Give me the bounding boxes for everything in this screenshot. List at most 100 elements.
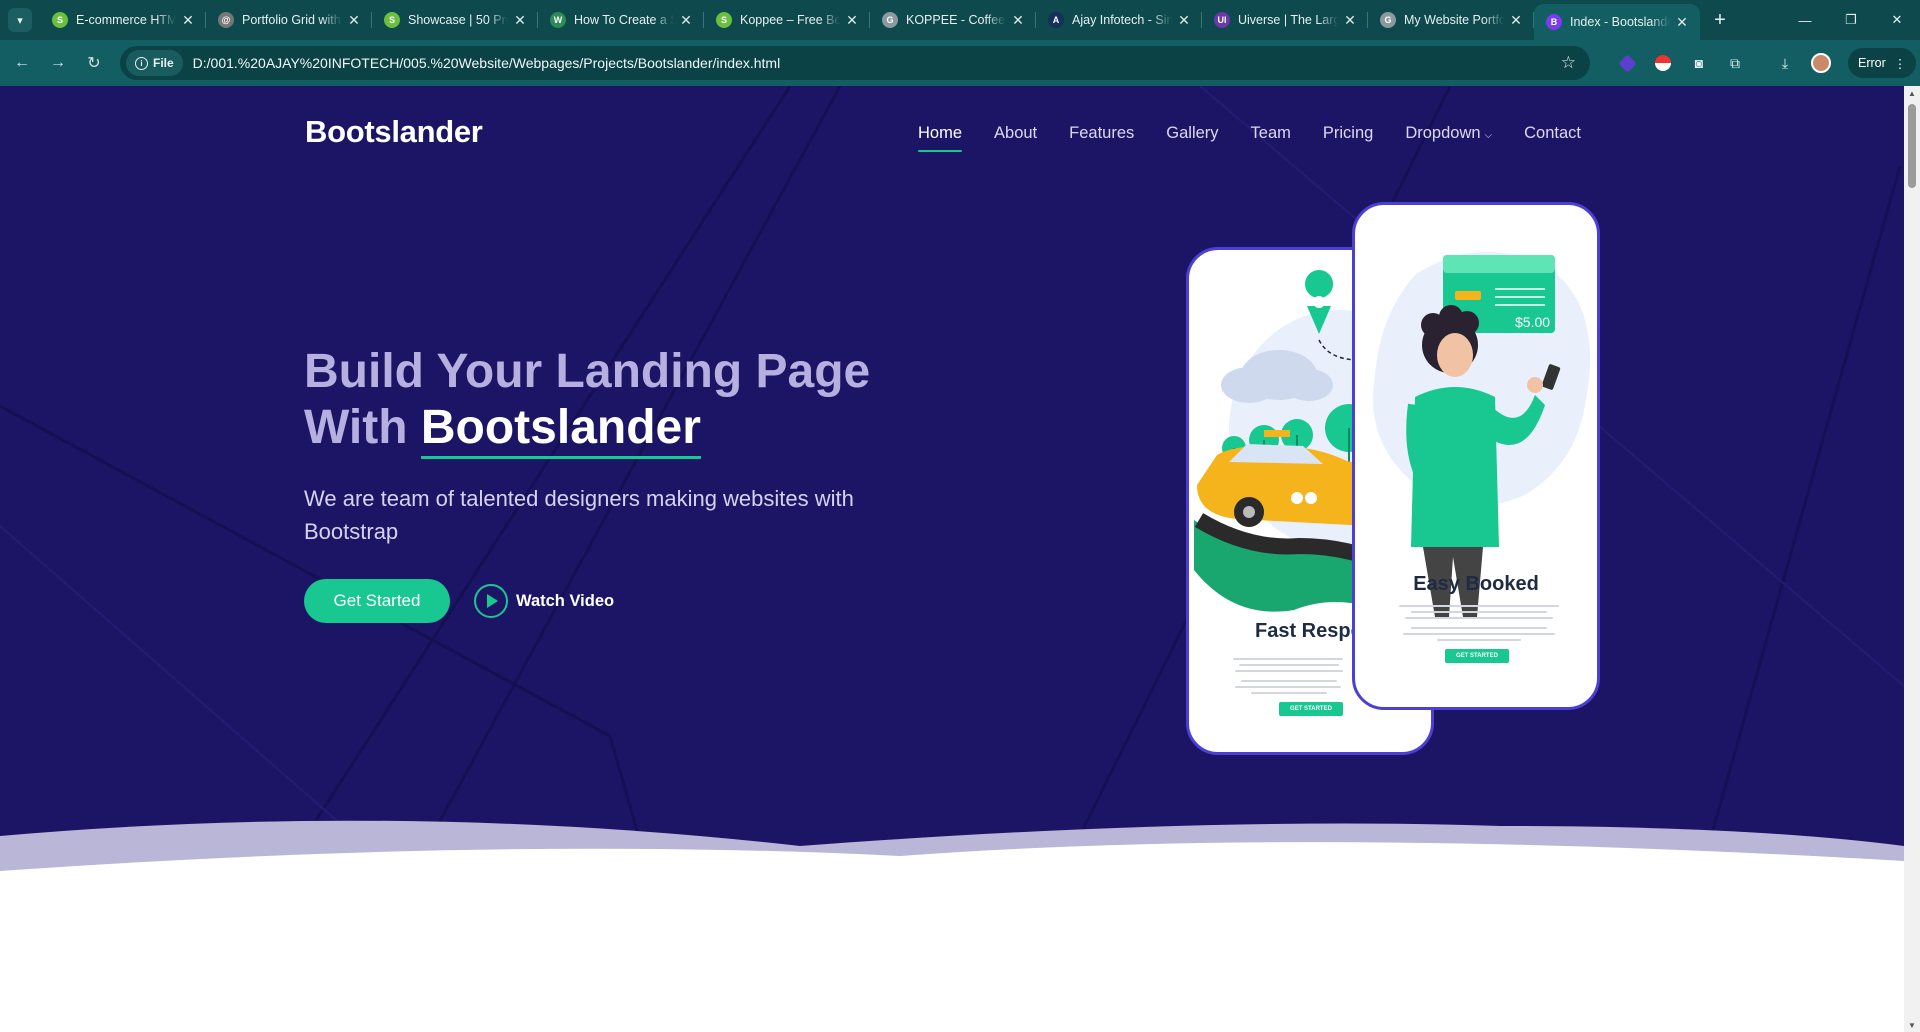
tab-search-icon[interactable]: ▾ xyxy=(8,8,32,32)
tab-title: Koppee – Free Bo xyxy=(740,13,840,27)
site-info-chip[interactable]: i File xyxy=(126,50,183,76)
hero-bottom-wave xyxy=(0,820,1904,886)
extension-icons: ◙ ⧉ ⤓ Error ⋮ xyxy=(1612,46,1917,80)
phone-left-text-line xyxy=(1233,658,1343,660)
extensions-puzzle-icon[interactable]: ⧉ xyxy=(1720,48,1750,78)
tab-favicon-icon: W xyxy=(550,12,566,28)
page-scrollbar[interactable]: ▲ ▼ xyxy=(1904,86,1920,1032)
close-tab-icon[interactable]: ✕ xyxy=(678,12,694,29)
site-logo[interactable]: Bootslander xyxy=(305,114,483,150)
watch-video-button[interactable]: Watch Video xyxy=(474,583,614,619)
close-tab-icon[interactable]: ✕ xyxy=(346,12,362,29)
phone-left-text-line xyxy=(1239,664,1339,666)
profile-error-button[interactable]: Error ⋮ xyxy=(1848,48,1917,78)
phone-left-text-line xyxy=(1241,680,1337,682)
url-text[interactable]: D:/001.%20AJAY%20INFOTECH/005.%20Website… xyxy=(193,55,781,71)
close-tab-icon[interactable]: ✕ xyxy=(1508,12,1524,29)
reload-icon[interactable]: ↻ xyxy=(76,45,112,81)
browser-tab[interactable]: UI Uiverse | The Larg ✕ xyxy=(1202,0,1368,40)
nav-home[interactable]: Home xyxy=(918,124,963,152)
close-tab-icon[interactable]: ✕ xyxy=(1674,14,1690,31)
extension-camera-icon[interactable]: ◙ xyxy=(1684,48,1714,78)
phone-right-text-line xyxy=(1405,617,1553,619)
menu-dots-icon[interactable]: ⋮ xyxy=(1894,56,1907,71)
address-bar[interactable]: i File D:/001.%20AJAY%20INFOTECH/005.%20… xyxy=(120,46,1590,80)
phone-left-text-line xyxy=(1251,692,1327,694)
phone-right-title: Easy Booked xyxy=(1413,573,1539,595)
nav-team[interactable]: Team xyxy=(1251,124,1291,143)
nav-about[interactable]: About xyxy=(994,124,1037,143)
close-tab-icon[interactable]: ✕ xyxy=(1342,12,1358,29)
tab-favicon-icon: G xyxy=(882,12,898,28)
get-started-button[interactable]: Get Started xyxy=(304,579,450,623)
tab-favicon-icon: UI xyxy=(1214,12,1230,28)
tab-strip: ▾ S E-commerce HTML ✕ @ Portfolio Grid with ✕… xyxy=(0,0,1920,40)
tab-list: S E-commerce HTML ✕ @ Portfolio Grid with ✕ S S… xyxy=(40,0,1700,40)
hero-background-lines xyxy=(0,86,1904,876)
back-icon[interactable]: ← xyxy=(4,45,40,81)
browser-tab[interactable]: G My Website Portfo ✕ xyxy=(1368,0,1534,40)
nav-gallery[interactable]: Gallery xyxy=(1166,124,1218,143)
nav-pricing[interactable]: Pricing xyxy=(1323,124,1373,143)
phone-left-text-line xyxy=(1235,670,1343,672)
scroll-up-icon[interactable]: ▲ xyxy=(1904,86,1920,100)
tab-title: My Website Portfo xyxy=(1404,13,1504,27)
tab-title: E-commerce HTML xyxy=(76,13,176,27)
browser-tab[interactable]: B Index - Bootslande ✕ xyxy=(1534,4,1700,40)
tab-favicon-icon: S xyxy=(52,12,68,28)
phone-right-text-line xyxy=(1411,627,1547,629)
hero-subtitle: We are team of talented designers making… xyxy=(304,486,854,544)
profile-avatar[interactable] xyxy=(1806,48,1836,78)
phone-right-text-line xyxy=(1437,639,1521,641)
phone-left-text-line xyxy=(1235,686,1341,688)
minimize-icon[interactable]: — xyxy=(1782,0,1828,40)
browser-tab[interactable]: S Koppee – Free Bo ✕ xyxy=(704,0,870,40)
browser-tab[interactable]: S E-commerce HTML ✕ xyxy=(40,0,206,40)
close-window-icon[interactable]: ✕ xyxy=(1874,0,1920,40)
scroll-down-icon[interactable]: ▼ xyxy=(1904,1018,1920,1032)
phone-right-text-line xyxy=(1403,633,1555,635)
nav-features[interactable]: Features xyxy=(1069,124,1134,143)
phone-right-text-line xyxy=(1411,611,1547,613)
new-tab-icon[interactable]: + xyxy=(1704,4,1736,36)
tab-title: Portfolio Grid with xyxy=(242,13,341,27)
hero-title: Build Your Landing Page With Bootslander xyxy=(304,344,984,459)
extension-cube-icon[interactable] xyxy=(1612,48,1642,78)
phone-right-get-started: GET STARTED xyxy=(1445,649,1509,663)
watch-video-label: Watch Video xyxy=(516,591,615,610)
browser-tab[interactable]: G KOPPEE - Coffee S ✕ xyxy=(870,0,1036,40)
url-scheme: File xyxy=(153,56,174,70)
nav-dropdown-label: Dropdown xyxy=(1405,124,1481,142)
browser-tab[interactable]: @ Portfolio Grid with ✕ xyxy=(206,0,372,40)
tab-title: How To Create a S xyxy=(574,13,674,27)
close-tab-icon[interactable]: ✕ xyxy=(1176,12,1192,29)
close-tab-icon[interactable]: ✕ xyxy=(1010,12,1026,29)
nav-contact[interactable]: Contact xyxy=(1524,124,1581,143)
phone-right-text-line xyxy=(1399,605,1559,607)
close-tab-icon[interactable]: ✕ xyxy=(844,12,860,29)
tab-title: KOPPEE - Coffee S xyxy=(906,13,1006,27)
tab-title: Uiverse | The Larg xyxy=(1238,13,1338,27)
browser-tab[interactable]: S Showcase | 50 Pre ✕ xyxy=(372,0,538,40)
close-tab-icon[interactable]: ✕ xyxy=(180,12,196,29)
profile-error-label: Error xyxy=(1858,56,1886,70)
restore-icon[interactable]: ❐ xyxy=(1828,0,1874,40)
window-controls: — ❐ ✕ xyxy=(1782,0,1920,40)
bookmark-star-icon[interactable]: ☆ xyxy=(1561,53,1576,73)
browser-tab[interactable]: A Ajay Infotech - Sin ✕ xyxy=(1036,0,1202,40)
hero-title-line1: Build Your Landing Page xyxy=(304,345,871,398)
tab-title: Ajay Infotech - Sin xyxy=(1072,13,1172,27)
nav-dropdown[interactable]: Dropdown ⌵ xyxy=(1405,124,1492,143)
close-tab-icon[interactable]: ✕ xyxy=(512,12,528,29)
browser-tab[interactable]: W How To Create a S ✕ xyxy=(538,0,704,40)
phone-right-price: $5.00 xyxy=(1515,314,1550,330)
tab-title: Index - Bootslande xyxy=(1570,15,1670,29)
tab-favicon-icon: B xyxy=(1546,14,1562,30)
scrollbar-thumb[interactable] xyxy=(1908,104,1916,188)
hero-section: Bootslander Home About Features Gallery … xyxy=(0,86,1904,876)
forward-icon[interactable]: → xyxy=(40,45,76,81)
downloads-icon[interactable]: ⤓ xyxy=(1770,48,1800,78)
extension-pokeball-icon[interactable] xyxy=(1648,48,1678,78)
phone-mockup-easy-booked: $5.00 Easy Booked GET STARTED xyxy=(1352,202,1600,710)
tab-favicon-icon: S xyxy=(384,12,400,28)
